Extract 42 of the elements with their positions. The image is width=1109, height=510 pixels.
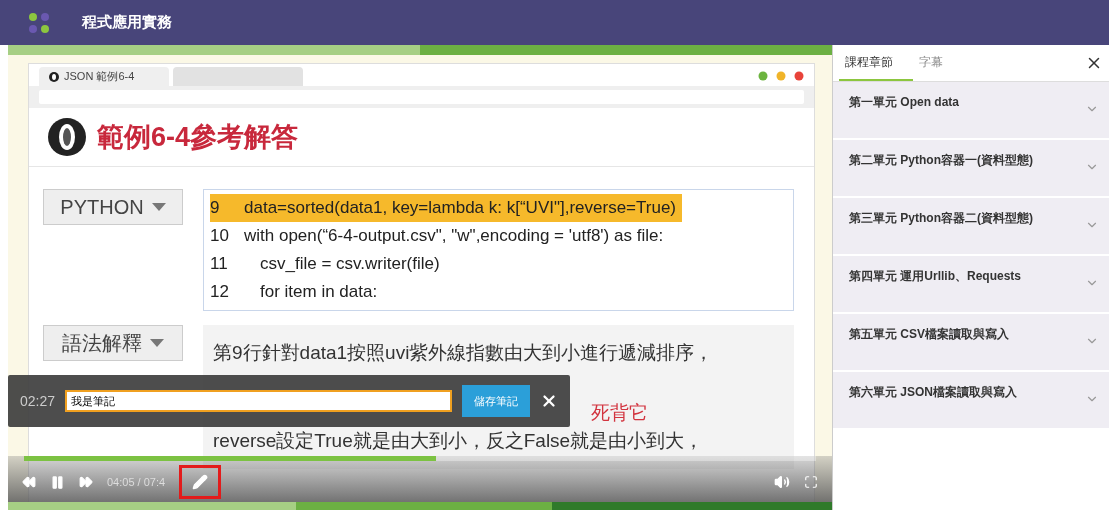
chapter-item[interactable]: 第三單元 Python容器二(資料型態) <box>833 198 1109 256</box>
volume-icon[interactable] <box>774 474 790 490</box>
playback-time: 04:05 / 07:4 <box>107 476 166 488</box>
explanation-text: reverse設定True就是由大到小，反之False就是由小到大， <box>213 429 704 453</box>
chapter-item[interactable]: 第六單元 JSON檔案讀取與寫入 <box>833 372 1109 430</box>
chapter-item[interactable]: 第一單元 Open data <box>833 82 1109 140</box>
code-line: 12 for item in data: <box>210 281 379 303</box>
logo-icon <box>28 11 52 34</box>
explanation-text: 死背它 <box>591 401 648 425</box>
note-input[interactable]: 我是筆記 <box>65 390 452 412</box>
note-timestamp: 02:27 <box>20 393 56 409</box>
chapter-title: 第四單元 運用Urllib、Requests <box>849 268 1022 285</box>
dropdown-button[interactable]: 語法解釋 <box>43 325 183 361</box>
panel-tab[interactable]: 字幕 <box>913 45 963 81</box>
slide-title: 範例6-4參考解答 <box>97 121 299 154</box>
json-logo-icon <box>49 71 59 82</box>
json-logo-icon <box>47 117 87 157</box>
note-button[interactable] <box>179 465 222 499</box>
chapter-title: 第六單元 JSON檔案讀取與寫入 <box>849 384 1017 401</box>
fullscreen-icon[interactable] <box>804 475 818 489</box>
pencil-icon <box>192 474 209 490</box>
chapter-title: 第三單元 Python容器二(資料型態) <box>849 210 1033 227</box>
fast-forward-icon[interactable] <box>79 475 93 489</box>
code-line: 11 csv_file = csv.writer(file) <box>210 253 441 275</box>
caret-down-icon <box>151 203 166 211</box>
caret-down-icon <box>150 339 164 347</box>
dropdown-button[interactable]: PYTHON <box>43 189 183 225</box>
code-line: 10 with open(“6-4-output.csv", "w",encoding = 'utf8') as file: <box>210 225 665 247</box>
explanation-text: 第9行針對data1按照uvi紫外線指數由大到小進行遞減排序， <box>213 341 714 365</box>
chapter-title: 第一單元 Open data <box>849 94 959 111</box>
pause-icon[interactable] <box>50 474 65 490</box>
rewind-icon[interactable] <box>22 475 36 489</box>
chapter-title: 第二單元 Python容器一(資料型態) <box>849 152 1033 169</box>
chapter-title: 第五單元 CSV檔案讀取與寫入 <box>849 326 1009 343</box>
progress-track[interactable] <box>24 456 816 461</box>
chapter-item[interactable]: 第二單元 Python容器一(資料型態) <box>833 140 1109 198</box>
chapter-item[interactable]: 第五單元 CSV檔案讀取與寫入 <box>833 314 1109 372</box>
close-icon[interactable] <box>540 392 558 410</box>
window-dots-icon <box>758 71 804 81</box>
chapter-item[interactable]: 第四單元 運用Urllib、Requests <box>833 256 1109 314</box>
tab-title: JSON 範例6-4 <box>64 69 135 84</box>
course-title: 程式應用實務 <box>82 13 172 32</box>
